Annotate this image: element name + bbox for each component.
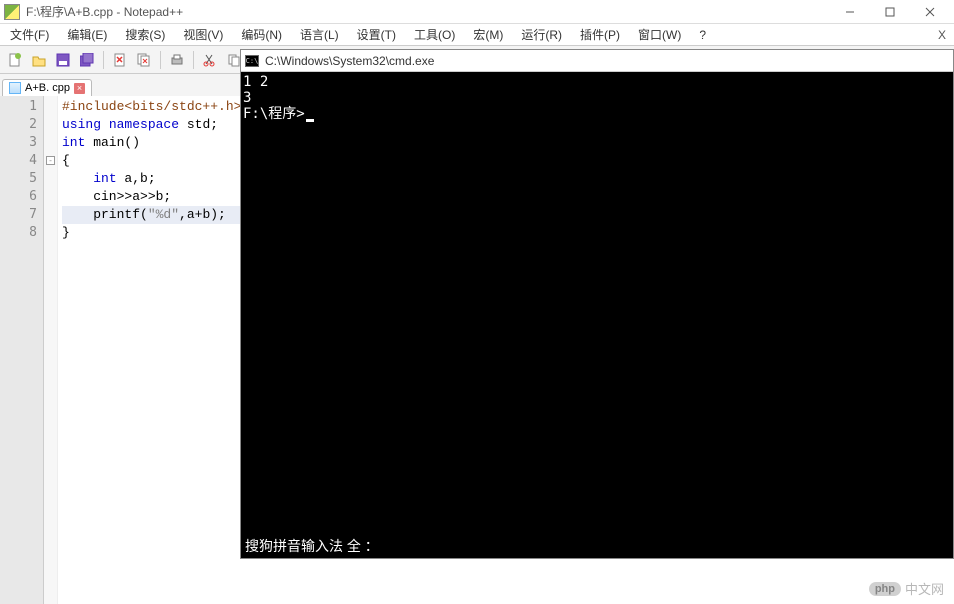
save-button[interactable] — [52, 49, 74, 71]
line-number: 3 — [0, 134, 37, 152]
menu-run[interactable]: 运行(R) — [517, 24, 566, 45]
menu-window[interactable]: 窗口(W) — [634, 24, 685, 45]
cmd-line: 3 — [243, 90, 951, 106]
line-number-gutter: 12345678 — [0, 96, 44, 604]
fold-toggle-icon[interactable]: - — [46, 156, 55, 165]
fold-cell — [44, 116, 57, 134]
close-button[interactable] — [910, 1, 950, 23]
file-icon — [9, 82, 21, 94]
menu-bar: 文件(F) 编辑(E) 搜索(S) 视图(V) 编码(N) 语言(L) 设置(T… — [0, 24, 954, 46]
menu-settings[interactable]: 设置(T) — [353, 24, 400, 45]
cmd-window[interactable]: C:\ C:\Windows\System32\cmd.exe 1 23F:\程… — [240, 49, 954, 559]
menu-tools[interactable]: 工具(O) — [410, 24, 459, 45]
window-title: F:\程序\A+B.cpp - Notepad++ — [26, 3, 830, 20]
title-bar: F:\程序\A+B.cpp - Notepad++ — [0, 0, 954, 24]
menu-file[interactable]: 文件(F) — [6, 24, 53, 45]
line-number: 2 — [0, 116, 37, 134]
file-tab[interactable]: A+B. cpp × — [2, 79, 92, 96]
cmd-cursor — [306, 119, 314, 122]
menu-macro[interactable]: 宏(M) — [469, 24, 507, 45]
close-all-button[interactable] — [133, 49, 155, 71]
tab-close-icon[interactable]: × — [74, 83, 85, 94]
line-number: 1 — [0, 98, 37, 116]
menu-plugins[interactable]: 插件(P) — [576, 24, 624, 45]
cut-button[interactable] — [199, 49, 221, 71]
watermark-logo: php — [869, 582, 901, 596]
cmd-icon: C:\ — [245, 55, 259, 67]
watermark-text: 中文网 — [905, 579, 944, 598]
fold-cell — [44, 192, 57, 210]
fold-cell: - — [44, 156, 57, 174]
toolbar-separator — [160, 51, 161, 69]
menubar-close-icon[interactable]: X — [938, 28, 946, 42]
menu-language[interactable]: 语言(L) — [296, 24, 343, 45]
menu-view[interactable]: 视图(V) — [179, 24, 227, 45]
toolbar-separator — [103, 51, 104, 69]
fold-cell — [44, 228, 57, 246]
cmd-output[interactable]: 1 23F:\程序> 搜狗拼音输入法 全 ： — [241, 72, 953, 558]
fold-cell — [44, 134, 57, 152]
minimize-button[interactable] — [830, 1, 870, 23]
line-number: 8 — [0, 224, 37, 242]
menu-search[interactable]: 搜索(S) — [121, 24, 169, 45]
maximize-button[interactable] — [870, 1, 910, 23]
window-controls — [830, 1, 950, 23]
print-button[interactable] — [166, 49, 188, 71]
cmd-title-bar[interactable]: C:\ C:\Windows\System32\cmd.exe — [241, 50, 953, 72]
fold-cell — [44, 174, 57, 192]
line-number: 6 — [0, 188, 37, 206]
new-file-button[interactable] — [4, 49, 26, 71]
line-number: 4 — [0, 152, 37, 170]
menu-help[interactable]: ? — [695, 26, 710, 44]
cmd-line: 1 2 — [243, 74, 951, 90]
cmd-line: F:\程序> — [243, 106, 951, 122]
fold-column: - — [44, 96, 58, 604]
tab-label: A+B. cpp — [25, 82, 70, 94]
menu-edit[interactable]: 编辑(E) — [63, 24, 111, 45]
watermark: php 中文网 — [869, 579, 944, 598]
save-all-button[interactable] — [76, 49, 98, 71]
line-number: 7 — [0, 206, 37, 224]
toolbar-separator — [193, 51, 194, 69]
ime-status: 搜狗拼音输入法 全 ： — [245, 538, 379, 554]
open-file-button[interactable] — [28, 49, 50, 71]
close-file-button[interactable] — [109, 49, 131, 71]
app-icon — [4, 4, 20, 20]
fold-cell — [44, 210, 57, 228]
menu-encoding[interactable]: 编码(N) — [237, 24, 286, 45]
fold-cell — [44, 98, 57, 116]
cmd-title-text: C:\Windows\System32\cmd.exe — [265, 54, 434, 68]
line-number: 5 — [0, 170, 37, 188]
